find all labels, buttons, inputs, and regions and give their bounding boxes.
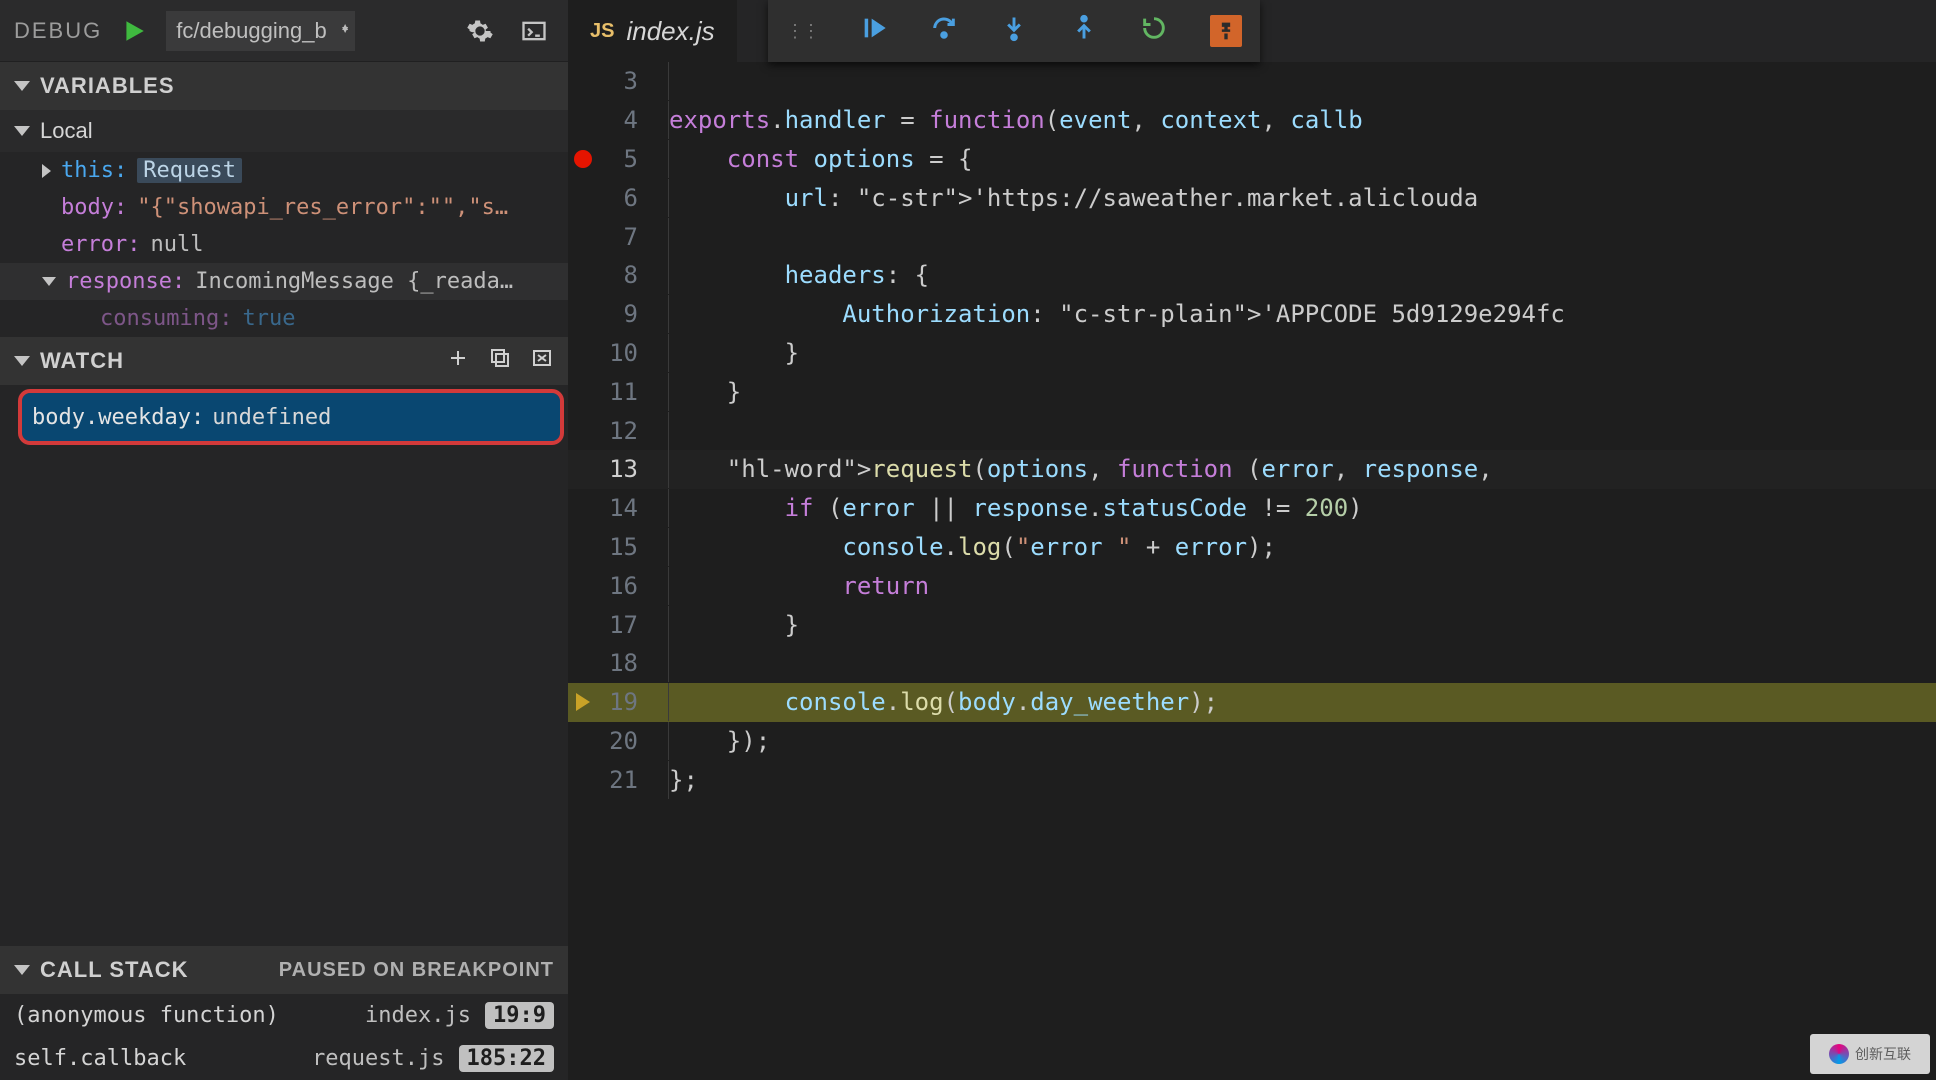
breakpoint-icon[interactable] bbox=[574, 150, 592, 168]
watch-expression[interactable]: body.weekday:undefined bbox=[22, 393, 560, 441]
editor-pane: JS index.js ⋮⋮ 34exports.handler = funct… bbox=[568, 0, 1936, 1080]
code-line[interactable]: 4exports.handler = function(event, conte… bbox=[568, 101, 1936, 140]
code-line[interactable]: 16 return bbox=[568, 566, 1936, 605]
code-line[interactable]: 12 bbox=[568, 411, 1936, 450]
watch-panel: body.weekday:undefined bbox=[0, 385, 568, 449]
debug-console-icon[interactable] bbox=[514, 11, 554, 51]
code-line[interactable]: 8 headers: { bbox=[568, 256, 1936, 295]
debug-top-bar: DEBUG fc/debugging_b bbox=[0, 0, 568, 62]
step-into-button[interactable] bbox=[1000, 14, 1028, 48]
debug-toolbar: ⋮⋮ bbox=[768, 0, 1260, 62]
remove-all-icon[interactable] bbox=[530, 346, 554, 376]
watch-header[interactable]: WATCH bbox=[0, 337, 568, 385]
restart-button[interactable] bbox=[1140, 14, 1168, 48]
step-out-button[interactable] bbox=[1070, 14, 1098, 48]
chevron-down-icon bbox=[14, 356, 30, 366]
chevron-down-icon bbox=[42, 277, 56, 286]
code-line[interactable]: 19 console.log(body.day_weether); bbox=[568, 683, 1936, 722]
code-line[interactable]: 13 "hl-word">request(options, function (… bbox=[568, 450, 1936, 489]
add-watch-icon[interactable] bbox=[446, 346, 470, 376]
chevron-down-icon bbox=[14, 965, 30, 975]
code-line[interactable]: 7 bbox=[568, 217, 1936, 256]
code-line[interactable]: 6 url: "c-str">'https://saweather.market… bbox=[568, 178, 1936, 217]
tab-index-js[interactable]: JS index.js bbox=[568, 0, 737, 62]
watermark: 创新互联 bbox=[1810, 1034, 1930, 1074]
scope-local[interactable]: Local bbox=[0, 110, 568, 152]
debug-sidebar: DEBUG fc/debugging_b VARIABLES Local thi… bbox=[0, 0, 568, 1080]
code-line[interactable]: 17 } bbox=[568, 605, 1936, 644]
gear-icon[interactable] bbox=[460, 11, 500, 51]
variables-panel: Local this: Request body: "{"showapi_res… bbox=[0, 110, 568, 337]
variable-row[interactable]: consuming: true bbox=[0, 300, 568, 337]
code-line[interactable]: 15 console.log("error " + error); bbox=[568, 528, 1936, 567]
code-line[interactable]: 9 Authorization: "c-str-plain">'APPCODE … bbox=[568, 295, 1936, 334]
debug-label: DEBUG bbox=[14, 18, 102, 44]
code-line[interactable]: 18 bbox=[568, 644, 1936, 683]
variable-row[interactable]: error: null bbox=[0, 226, 568, 263]
code-line[interactable]: 5 const options = { bbox=[568, 140, 1936, 179]
variable-row[interactable]: response: IncomingMessage {_reada… bbox=[0, 263, 568, 300]
continue-button[interactable] bbox=[860, 14, 888, 48]
code-area[interactable]: 34exports.handler = function(event, cont… bbox=[568, 62, 1936, 799]
paused-status: PAUSED ON BREAKPOINT bbox=[279, 959, 554, 982]
code-line[interactable]: 10 } bbox=[568, 334, 1936, 373]
disconnect-button[interactable] bbox=[1210, 15, 1242, 47]
chevron-down-icon bbox=[14, 126, 30, 136]
code-line[interactable]: 3 bbox=[568, 62, 1936, 101]
current-frame-icon bbox=[576, 693, 590, 711]
js-file-icon: JS bbox=[590, 20, 614, 43]
step-over-button[interactable] bbox=[930, 14, 958, 48]
callstack-frame[interactable]: (anonymous function) index.js 19:9 bbox=[0, 994, 568, 1037]
chevron-right-icon bbox=[42, 164, 51, 178]
start-debugging-button[interactable] bbox=[116, 13, 152, 49]
code-line[interactable]: 21}; bbox=[568, 760, 1936, 799]
variables-header[interactable]: VARIABLES bbox=[0, 62, 568, 110]
variable-row[interactable]: body: "{"showapi_res_error":"","s… bbox=[0, 189, 568, 226]
code-line[interactable]: 11 } bbox=[568, 372, 1936, 411]
debug-config-select[interactable]: fc/debugging_b bbox=[166, 11, 354, 51]
variable-row[interactable]: this: Request bbox=[0, 152, 568, 189]
grip-icon[interactable]: ⋮⋮ bbox=[786, 21, 818, 42]
chevron-down-icon bbox=[14, 81, 30, 91]
collapse-all-icon[interactable] bbox=[488, 346, 512, 376]
code-line[interactable]: 14 if (error || response.statusCode != 2… bbox=[568, 489, 1936, 528]
code-line[interactable]: 20 }); bbox=[568, 722, 1936, 761]
callstack-frame[interactable]: self.callback request.js 185:22 bbox=[0, 1037, 568, 1080]
callstack-header[interactable]: CALL STACK PAUSED ON BREAKPOINT bbox=[0, 946, 568, 994]
